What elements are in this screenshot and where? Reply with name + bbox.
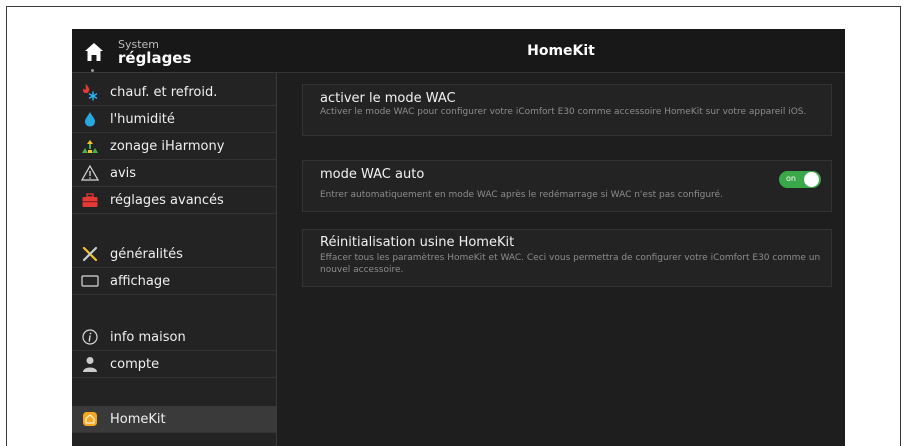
auto-wac-toggle[interactable]: on: [779, 171, 821, 188]
sidebar-item-home-info[interactable]: info maison: [72, 324, 277, 351]
sidebar-item-heat-cool[interactable]: chauf. et refroid.: [72, 79, 277, 106]
sidebar-item-label: HomeKit: [110, 411, 166, 427]
scroll-indicator: [91, 69, 94, 72]
card-description: Activer le mode WAC pour configurer votr…: [320, 107, 807, 117]
app-window: System réglages chauf. et refroid. l'hum…: [72, 29, 845, 446]
auto-wac-card: mode WAC auto on Entrer automatiquement …: [302, 160, 832, 212]
sidebar-item-general[interactable]: généralités: [72, 241, 277, 268]
heat-cool-icon: [81, 83, 99, 101]
display-icon: [81, 272, 99, 290]
toggle-knob: [804, 172, 819, 187]
sidebar-title: réglages: [118, 49, 192, 67]
sidebar-item-label: l'humidité: [110, 111, 175, 127]
sidebar-item-label: chauf. et refroid.: [110, 84, 218, 100]
factory-reset-homekit-card[interactable]: Réinitialisation usine HomeKit Effacer t…: [302, 229, 832, 287]
card-title: activer le mode WAC: [320, 91, 456, 106]
sidebar-header: System réglages: [72, 29, 277, 73]
sidebar-item-label: réglages avancés: [110, 192, 224, 208]
sidebar-item-advanced-settings[interactable]: réglages avancés: [72, 187, 277, 214]
humidity-drop-icon: [81, 110, 99, 128]
sidebar-item-label: affichage: [110, 273, 171, 289]
sidebar-item-zoning[interactable]: zonage iHarmony: [72, 133, 277, 160]
user-icon: [81, 355, 99, 373]
sidebar-item-label: info maison: [110, 329, 186, 345]
sidebar: System réglages chauf. et refroid. l'hum…: [72, 29, 277, 446]
sidebar-item-label: généralités: [110, 246, 183, 262]
toggle-state-label: on: [786, 174, 796, 183]
warning-icon: [81, 164, 99, 182]
sidebar-item-label: compte: [110, 356, 160, 372]
sidebar-item-homekit[interactable]: HomeKit: [72, 406, 277, 433]
sidebar-item-label: avis: [110, 165, 137, 181]
card-title: mode WAC auto: [320, 167, 425, 182]
homekit-icon: [81, 410, 99, 428]
main-panel: HomeKit activer le mode WAC Activer le m…: [277, 29, 845, 446]
card-description: Effacer tous les paramètres HomeKit et W…: [320, 253, 821, 275]
home-icon[interactable]: [84, 42, 104, 62]
info-icon: [81, 328, 99, 346]
toolbox-icon: [81, 191, 99, 209]
sidebar-item-humidity[interactable]: l'humidité: [72, 106, 277, 133]
page-title: HomeKit: [527, 42, 595, 59]
card-description: Entrer automatiquement en mode WAC après…: [320, 190, 723, 200]
card-title: Réinitialisation usine HomeKit: [320, 235, 515, 250]
tools-icon: [81, 245, 99, 263]
sidebar-item-label: zonage iHarmony: [110, 138, 225, 154]
main-header: HomeKit: [277, 29, 845, 73]
sidebar-item-account[interactable]: compte: [72, 351, 277, 378]
activate-wac-card[interactable]: activer le mode WAC Activer le mode WAC …: [302, 84, 832, 136]
sidebar-item-alerts[interactable]: avis: [72, 160, 277, 187]
sidebar-item-display[interactable]: affichage: [72, 268, 277, 295]
zoning-icon: [81, 137, 99, 155]
